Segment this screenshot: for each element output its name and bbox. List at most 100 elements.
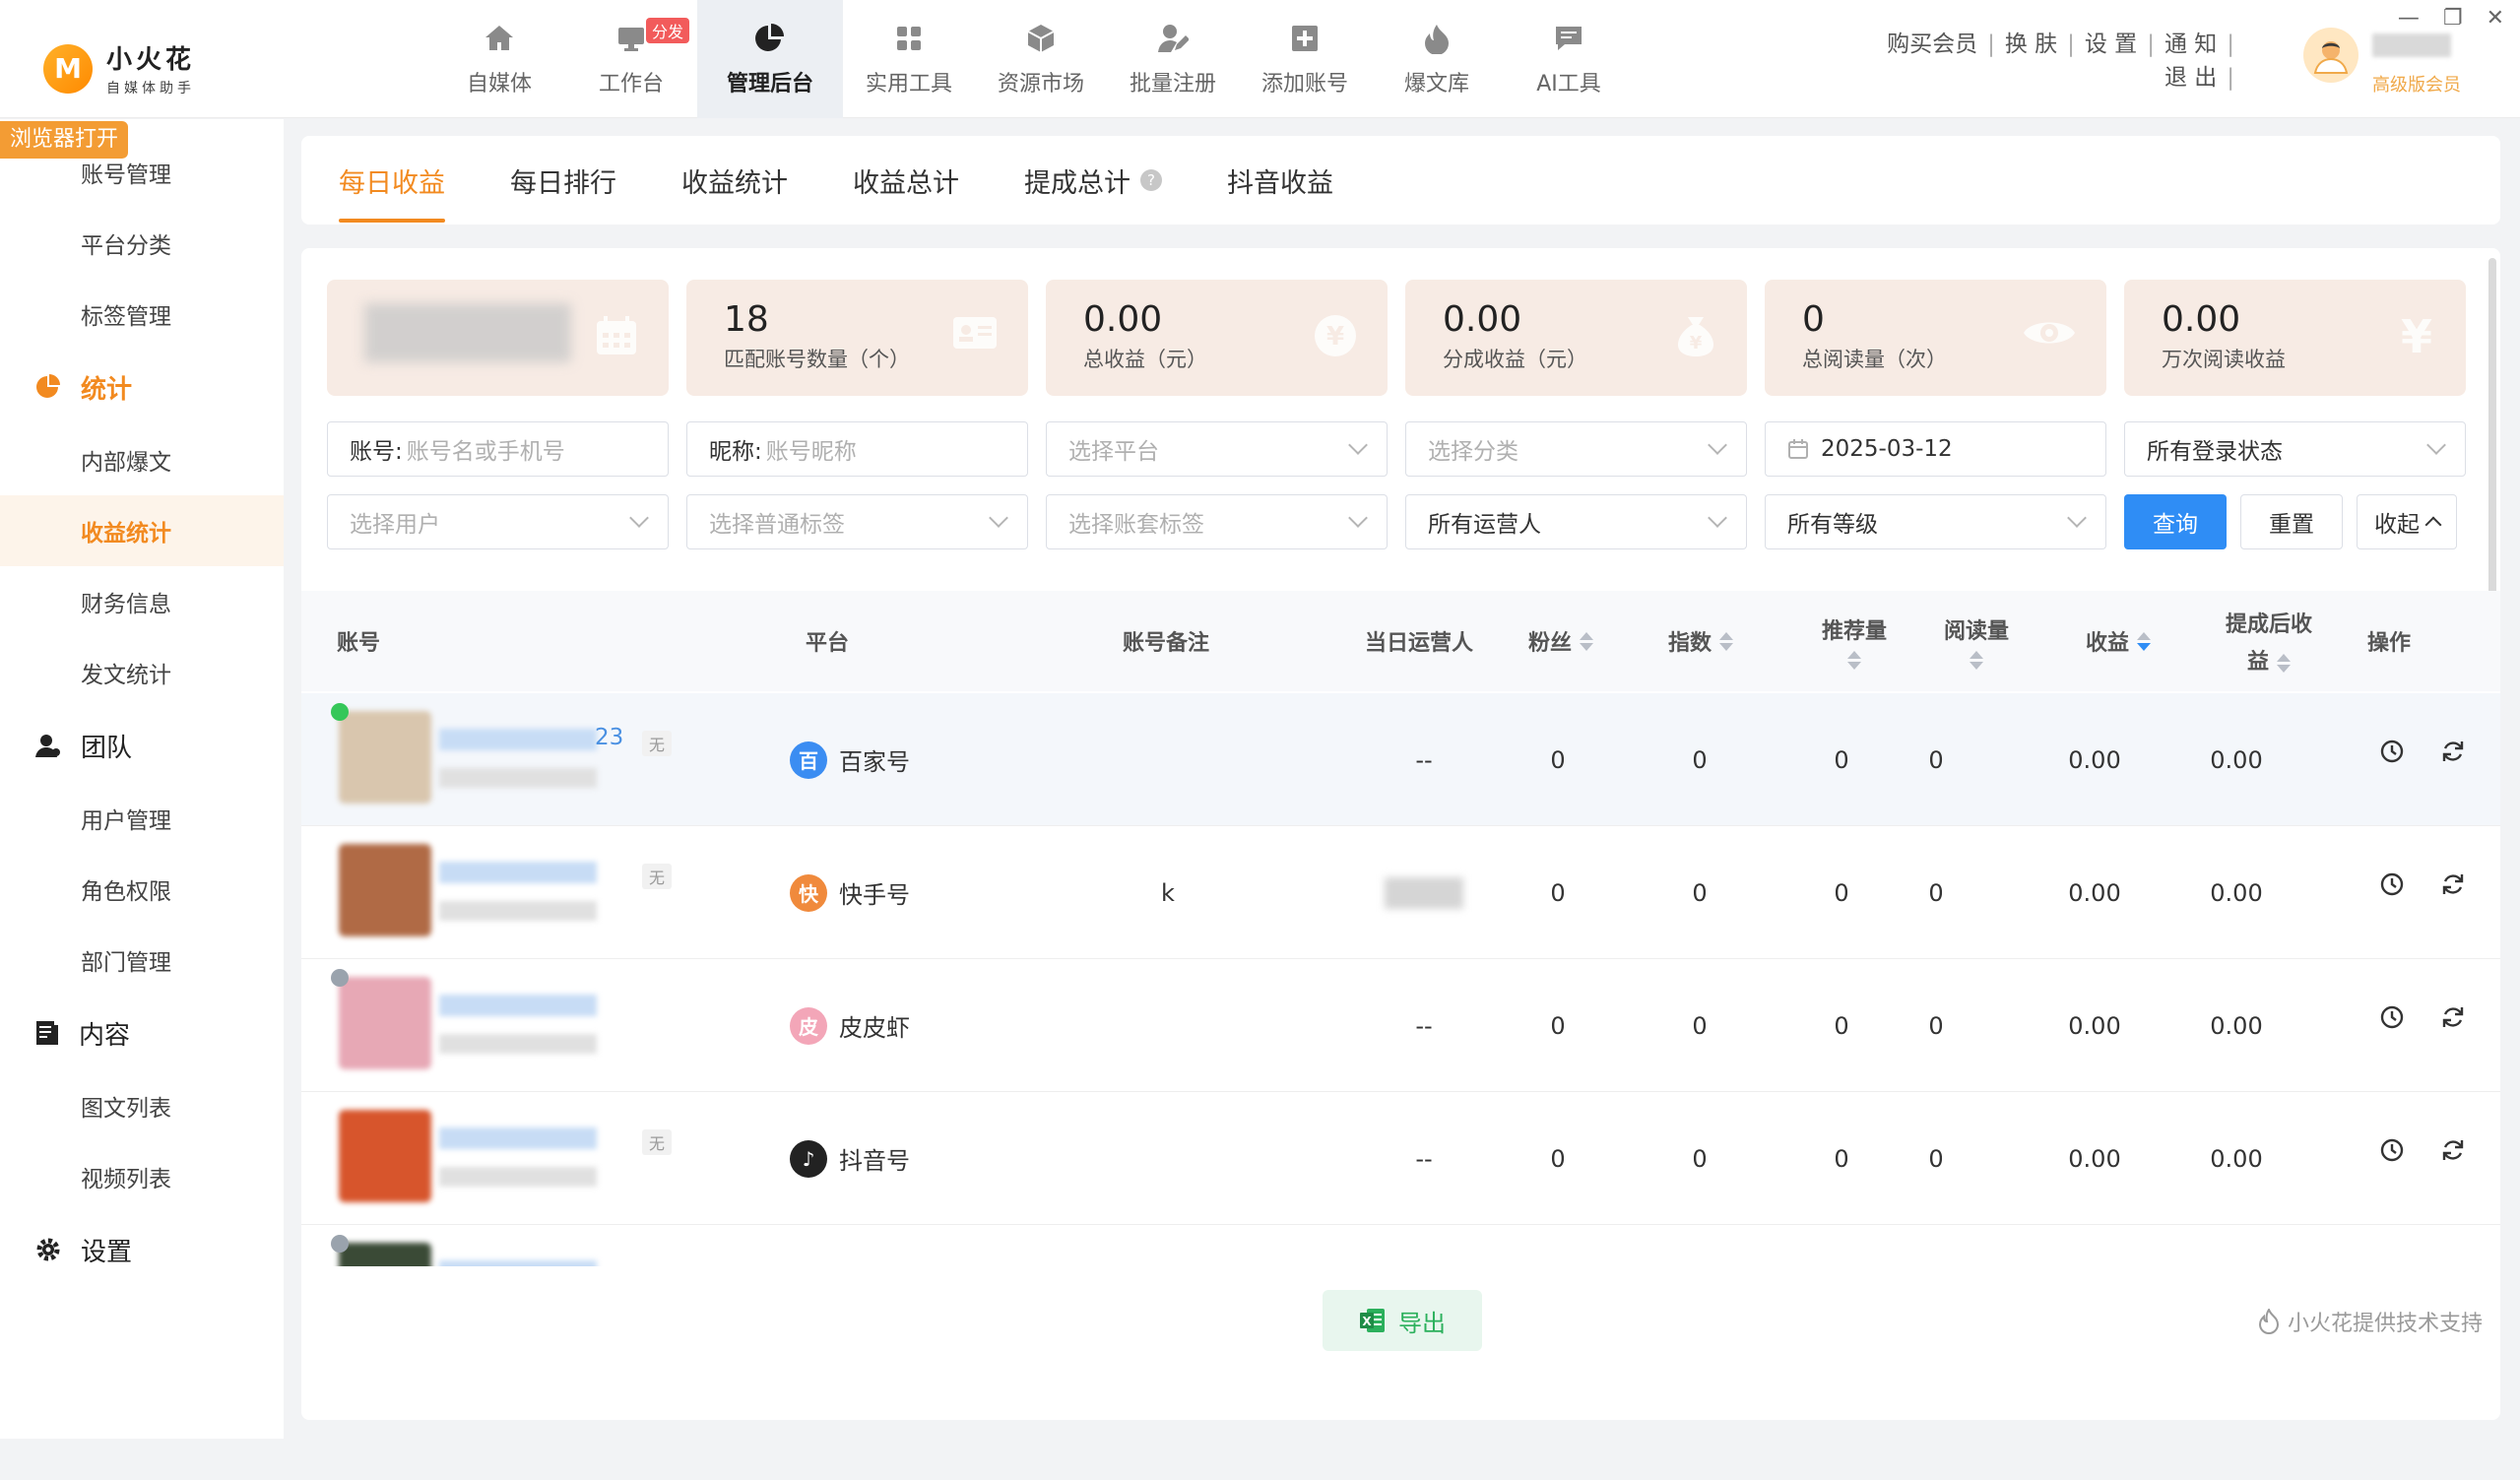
nav-home[interactable]: 自媒体 [433,0,565,118]
nav-grid[interactable]: 实用工具 [843,0,975,118]
sort-icon[interactable] [1970,650,1983,670]
tab-income-total[interactable]: 收益总计 [853,136,959,225]
col-after-commission[interactable]: 提成后收益 [2226,591,2312,691]
user-area[interactable]: 高级版会员 [2303,28,2461,97]
tab-income-stats[interactable]: 收益统计 [681,136,788,225]
skin-link[interactable]: 换 肤 [2005,32,2057,57]
table-row: 23 无百百家号 -- 0 0 0 0 0.00 0.00 [301,693,2500,826]
level-select[interactable]: 所有等级 [1765,494,2106,549]
sidebar-item-article-list[interactable]: 图文列表 [0,1070,284,1141]
nav-user-edit[interactable]: 批量注册 [1107,0,1239,118]
operator-select[interactable]: 所有运营人 [1405,494,1747,549]
account-name-blurred[interactable] [439,862,597,921]
sidebar-item-roles[interactable]: 角色权限 [0,854,284,925]
collapse-button[interactable]: 收起 [2357,494,2457,549]
refresh-icon[interactable] [2440,1137,2466,1163]
close-icon[interactable]: ✕ [2487,6,2504,31]
history-clock-icon[interactable] [2379,739,2405,764]
sidebar-group-content[interactable]: 内容 [0,996,284,1070]
help-icon[interactable]: ? [1140,169,1162,191]
account-tag: 无 [642,1129,673,1155]
logout-link[interactable]: 退 出 [2165,65,2217,91]
sidebar-item-platform-category[interactable]: 平台分类 [0,208,284,279]
history-clock-icon[interactable] [2379,1137,2405,1163]
settings-link[interactable]: 设 置 [2085,32,2137,57]
sort-icon[interactable] [1580,631,1594,651]
platform-logo-icon: 皮 [790,1006,827,1045]
panel-scrollbar[interactable] [2488,258,2496,642]
sidebar-group-settings[interactable]: 设置 [0,1212,284,1287]
after-commission-cell: 0.00 [2172,1225,2300,1266]
sort-icon[interactable] [2137,631,2152,651]
sidebar-item-tag-manage[interactable]: 标签管理 [0,279,284,350]
sidebar-group-team[interactable]: 团队 [0,708,284,783]
history-clock-icon[interactable] [2379,871,2405,897]
nav-chat[interactable]: AI工具 [1503,0,1635,118]
nav-pie-chart[interactable]: 管理后台 [697,0,843,118]
refresh-icon[interactable] [2440,1004,2466,1030]
nav-label: 管理后台 [726,72,813,97]
account-name-blurred[interactable] [439,729,597,788]
nav-fire[interactable]: 爆文库 [1371,0,1503,118]
date-picker[interactable]: 2025-03-12 [1765,421,2106,477]
tab-daily-income[interactable]: 每日收益 [339,136,445,225]
online-status-dot [331,703,349,721]
fans-cell: 0 [1550,1011,1566,1040]
top-links: 购买会员 | 换 肤 | 设 置 | 通 知 | 退 出 | [1887,32,2234,91]
user-name-blurred [2372,33,2451,57]
sidebar-item-internal-hot[interactable]: 内部爆文 [0,424,284,495]
sort-icon[interactable] [2277,653,2292,673]
col-read[interactable]: 阅读量 [1944,591,2009,691]
sidebar-item-post-stats[interactable]: 发文统计 [0,637,284,708]
login-status-select[interactable]: 所有登录状态 [2124,421,2466,477]
nav-cube[interactable]: 资源市场 [975,0,1107,118]
normal-tag-select[interactable]: 选择普通标签 [686,494,1028,549]
col-fans[interactable]: 粉丝 [1528,591,1594,691]
minimize-icon[interactable]: — [2398,6,2420,31]
sidebar-group-stats[interactable]: 统计 [0,350,284,424]
yuan-coin-icon: ¥ [1315,315,1356,356]
user-select[interactable]: 选择用户 [327,494,669,549]
col-income[interactable]: 收益 [2086,591,2152,691]
col-remark: 账号备注 [1123,631,1210,656]
app-logo[interactable]: M 小火花 自媒体助手 [43,39,195,97]
maximize-icon[interactable]: ❐ [2443,6,2463,31]
tab-commission-total[interactable]: 提成总计? [1024,136,1162,225]
notify-link[interactable]: 通 知 [2165,32,2217,57]
sort-icon[interactable] [1719,631,1734,651]
category-select[interactable]: 选择分类 [1405,421,1747,477]
tab-douyin-income[interactable]: 抖音收益 [1227,136,1333,225]
platform-cell: ♪ 抖音号 [790,1139,910,1178]
sidebar-item-departments[interactable]: 部门管理 [0,925,284,996]
income-cell: 0.00 [2068,745,2121,774]
col-index[interactable]: 指数 [1668,591,1734,691]
open-in-browser-button[interactable]: 浏览器打开 [0,121,129,159]
user-avatar[interactable] [2303,28,2358,83]
nav-plus-square[interactable]: 添加账号 [1239,0,1371,118]
chevron-down-icon [989,508,1008,528]
account-search-input[interactable]: 账号: 账号名或手机号 [327,421,669,477]
sidebar-item-income-stats[interactable]: 收益统计 [0,495,284,566]
history-clock-icon[interactable] [2379,1004,2405,1030]
account-name-blurred[interactable] [439,1127,597,1187]
sidebar-item-finance[interactable]: 财务信息 [0,566,284,637]
nickname-search-input[interactable]: 昵称: 账号昵称 [686,421,1028,477]
platform-select[interactable]: 选择平台 [1046,421,1388,477]
set-tag-select[interactable]: 选择账套标签 [1046,494,1388,549]
tab-daily-rank[interactable]: 每日排行 [510,136,616,225]
account-name-blurred[interactable] [439,995,597,1054]
after-commission-cell: 0.00 [2210,1011,2263,1040]
col-recommend[interactable]: 推荐量 [1822,591,1887,691]
query-button[interactable]: 查询 [2124,494,2227,549]
sidebar-item-video-list[interactable]: 视频列表 [0,1141,284,1212]
nav-monitor[interactable]: 工作台 分发 [565,0,697,118]
sidebar-item-users[interactable]: 用户管理 [0,783,284,854]
income-tabs: 每日收益 每日排行 收益统计 收益总计 提成总计? 抖音收益 [301,136,2500,225]
refresh-icon[interactable] [2440,871,2466,897]
refresh-icon[interactable] [2440,739,2466,764]
account-name-suffix[interactable]: 23 [595,725,623,750]
reset-button[interactable]: 重置 [2240,494,2343,549]
sort-icon[interactable] [1847,650,1861,670]
buy-vip-link[interactable]: 购买会员 [1887,32,1977,57]
export-button[interactable]: X 导出 [1323,1290,1482,1351]
